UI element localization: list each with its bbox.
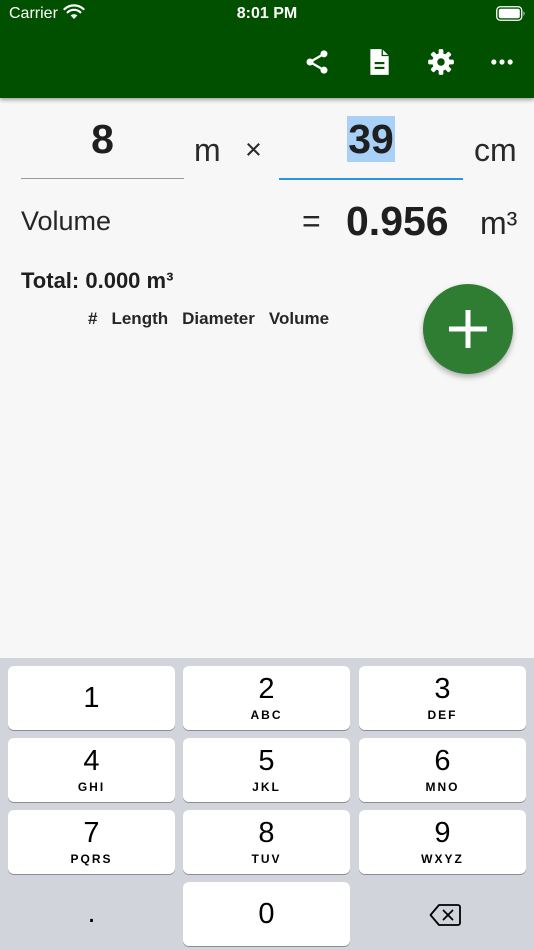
key-4[interactable]: 4 GHI [8, 738, 175, 802]
key-decimal[interactable]: . [8, 882, 175, 946]
document-button[interactable] [361, 44, 397, 80]
document-icon [370, 49, 389, 75]
key-digit: 6 [434, 745, 451, 777]
column-number: # [88, 309, 98, 328]
numeric-keypad: 1 2 ABC 3 DEF 4 GHI 5 JKL 6 MNO 7 PQRS 8… [0, 658, 534, 950]
length-value: 8 [91, 116, 114, 162]
length-input[interactable]: 8 [21, 112, 184, 179]
backspace-icon [429, 904, 461, 926]
status-time: 8:01 PM [236, 5, 298, 22]
key-7[interactable]: 7 PQRS [8, 810, 175, 874]
key-digit: 7 [83, 817, 100, 849]
column-diameter: Diameter [182, 309, 255, 328]
key-5[interactable]: 5 JKL [183, 738, 350, 802]
column-length: Length [111, 309, 169, 328]
key-digit: 2 [258, 673, 275, 705]
battery-icon [496, 6, 525, 21]
key-digit: 0 [258, 898, 275, 930]
key-digit: 5 [258, 745, 275, 777]
key-letters: WXYZ [421, 852, 464, 866]
gear-icon [428, 49, 454, 75]
table-header: # Length Diameter Volume [88, 309, 329, 329]
key-letters: TUV [251, 852, 282, 866]
app-bar: Carrier 8:01 PM [0, 0, 534, 98]
key-3[interactable]: 3 DEF [359, 666, 526, 730]
key-9[interactable]: 9 WXYZ [359, 810, 526, 874]
key-letters: GHI [77, 780, 106, 794]
key-2[interactable]: 2 ABC [183, 666, 350, 730]
key-letters: PQRS [70, 852, 113, 866]
key-1[interactable]: 1 [8, 666, 175, 730]
equals-sign: = [302, 203, 321, 239]
volume-unit: m³ [480, 205, 518, 241]
key-6[interactable]: 6 MNO [359, 738, 526, 802]
plus-icon [449, 310, 487, 348]
key-letters: MNO [425, 780, 460, 794]
key-digit: 9 [434, 817, 451, 849]
volume-value: 0.956 [346, 198, 449, 244]
key-digit: 8 [258, 817, 275, 849]
share-button[interactable] [299, 44, 335, 80]
key-letters: ABC [250, 708, 283, 722]
more-button[interactable] [484, 44, 520, 80]
key-digit: 1 [83, 682, 100, 714]
diameter-input[interactable]: 39 [279, 112, 463, 180]
key-8[interactable]: 8 TUV [183, 810, 350, 874]
key-letters: DEF [427, 708, 458, 722]
key-digit: 4 [83, 745, 100, 777]
column-volume: Volume [268, 309, 330, 328]
volume-label: Volume [21, 206, 112, 236]
status-bar: Carrier 8:01 PM [0, 0, 534, 28]
length-unit: m [194, 132, 221, 168]
diameter-value: 39 [347, 116, 395, 162]
more-horizontal-icon [491, 59, 513, 65]
multiply-sign: × [245, 134, 262, 166]
key-letters: JKL [252, 780, 281, 794]
key-decimal-label: . [87, 897, 96, 929]
backspace-key[interactable] [359, 882, 526, 946]
add-log-button[interactable] [423, 284, 513, 374]
key-0[interactable]: 0 [183, 882, 350, 946]
key-digit: 3 [434, 673, 451, 705]
share-icon [306, 50, 328, 74]
settings-button[interactable] [423, 44, 459, 80]
diameter-unit: cm [474, 132, 517, 168]
total-label: Total: 0.000 m³ [21, 268, 174, 293]
